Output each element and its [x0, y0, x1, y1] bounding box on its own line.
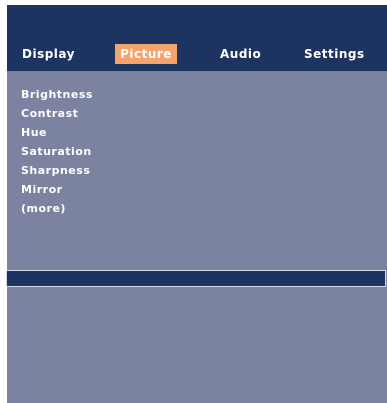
menu-item-sharpness[interactable]: Sharpness [21, 161, 93, 180]
tab-audio[interactable]: Audio [220, 44, 261, 64]
tab-display[interactable]: Display [22, 44, 75, 64]
osd-menu-panel: Display Picture Audio Settings Brightnes… [7, 5, 387, 403]
tab-picture[interactable]: Picture [115, 44, 177, 64]
setting-value-bar [6, 270, 386, 287]
menu-item-contrast[interactable]: Contrast [21, 104, 93, 123]
menu-tab-bar: Display Picture Audio Settings [7, 5, 387, 71]
menu-item-mirror[interactable]: Mirror [21, 180, 93, 199]
picture-settings-list: Brightness Contrast Hue Saturation Sharp… [21, 85, 93, 218]
menu-item-brightness[interactable]: Brightness [21, 85, 93, 104]
tab-settings[interactable]: Settings [304, 44, 365, 64]
menu-item-hue[interactable]: Hue [21, 123, 93, 142]
menu-item-more[interactable]: (more) [21, 199, 93, 218]
menu-item-saturation[interactable]: Saturation [21, 142, 93, 161]
